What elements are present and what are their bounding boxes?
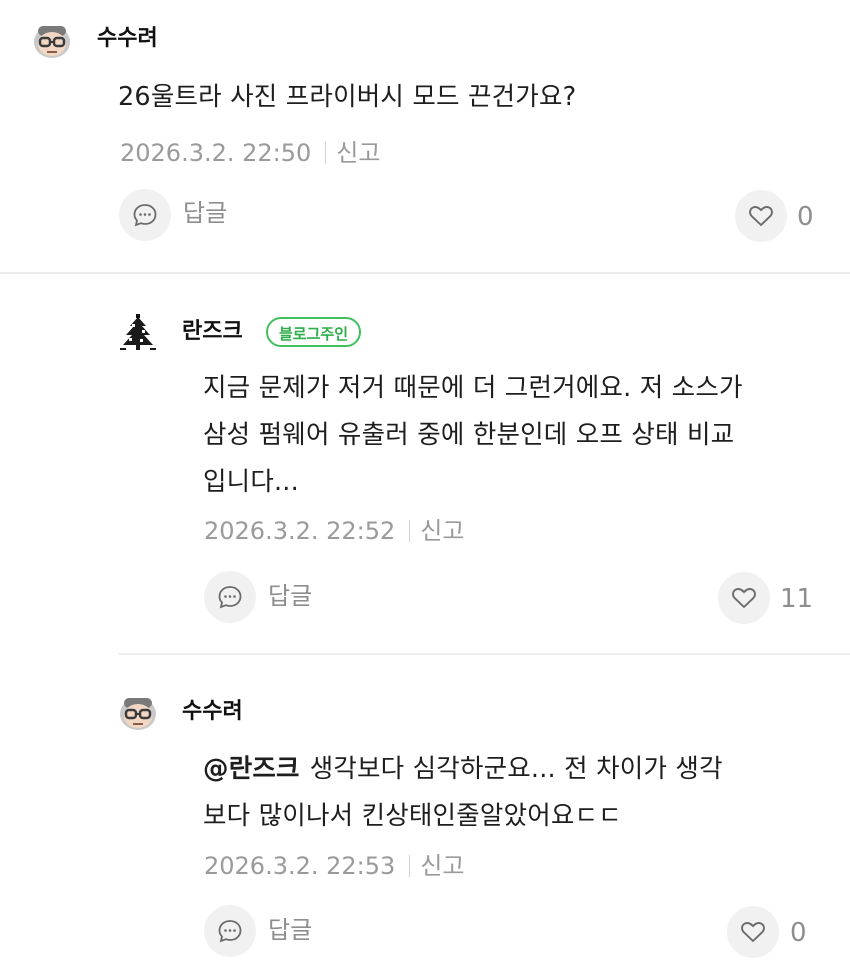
reply-label[interactable]: 답글 bbox=[268, 581, 312, 611]
heart-icon bbox=[741, 922, 765, 942]
mention-link[interactable]: @란즈크 bbox=[203, 754, 300, 784]
reply-label[interactable]: 답글 bbox=[268, 915, 312, 945]
divider bbox=[325, 142, 327, 164]
owner-badge: 블로그주인 bbox=[266, 317, 362, 347]
reply-button[interactable] bbox=[119, 189, 171, 241]
comment-date: 2026.3.2. 22:50 bbox=[120, 139, 312, 167]
report-link[interactable]: 신고 bbox=[420, 517, 464, 545]
section-divider bbox=[0, 272, 850, 274]
like-button[interactable] bbox=[735, 190, 787, 242]
comment-author-name[interactable]: 란즈크 bbox=[182, 318, 243, 346]
reply-button[interactable] bbox=[204, 905, 256, 957]
comment-text-line: 입니다... bbox=[203, 467, 299, 497]
comment-text: 26울트라 사진 프라이버시 모드 끈건가요? bbox=[118, 82, 577, 112]
comment-text-line: @란즈크 생각보다 심각하군요... 전 차이가 생각 bbox=[203, 746, 723, 793]
report-link[interactable]: 신고 bbox=[420, 852, 464, 880]
comment-date: 2026.3.2. 22:53 bbox=[204, 852, 396, 880]
section-divider bbox=[119, 653, 850, 655]
like-count: 11 bbox=[780, 584, 814, 614]
comment-text-first: 생각보다 심각하군요... 전 차이가 생각 bbox=[309, 754, 723, 784]
comment-meta: 2026.3.2. 22:53 신고 bbox=[204, 851, 464, 881]
comment-meta: 2026.3.2. 22:50 신고 bbox=[120, 138, 380, 168]
comment-text-line: 보다 많이나서 킨상태인줄알았어요ㄷㄷ bbox=[203, 801, 622, 831]
speech-bubble-icon bbox=[218, 920, 242, 943]
like-count: 0 bbox=[797, 202, 814, 232]
comment-text-line: 지금 문제가 저거 때문에 더 그런거에요. 저 소스가 bbox=[203, 373, 743, 403]
divider bbox=[409, 520, 411, 542]
comment-text: 지금 문제가 저거 때문에 더 그런거에요. 저 소스가 삼성 펌웨어 유출러 … bbox=[203, 365, 743, 506]
speech-bubble-icon bbox=[218, 586, 242, 609]
reply-button[interactable] bbox=[204, 571, 256, 623]
speech-bubble-icon bbox=[133, 204, 157, 227]
report-link[interactable]: 신고 bbox=[336, 139, 380, 167]
comment-text-line: 삼성 펌웨어 유출러 중에 한분인데 오프 상태 비교 bbox=[203, 420, 735, 450]
heart-icon bbox=[749, 206, 773, 226]
comment-author-name[interactable]: 수수려 bbox=[182, 698, 243, 726]
divider bbox=[409, 855, 411, 877]
comment-date: 2026.3.2. 22:52 bbox=[204, 517, 396, 545]
comment-meta: 2026.3.2. 22:52 신고 bbox=[204, 516, 464, 546]
comment-text: @란즈크 생각보다 심각하군요... 전 차이가 생각 보다 많이나서 킨상태인줄… bbox=[203, 746, 723, 840]
comment-author-name[interactable]: 수수려 bbox=[97, 25, 158, 53]
like-count: 0 bbox=[790, 918, 807, 948]
reply-label[interactable]: 답글 bbox=[183, 198, 227, 228]
like-button[interactable] bbox=[718, 572, 770, 624]
pixel-tree-avatar-icon[interactable] bbox=[118, 312, 158, 352]
like-button[interactable] bbox=[727, 906, 779, 958]
pixel-face-avatar-icon[interactable] bbox=[32, 20, 72, 60]
heart-icon bbox=[732, 588, 756, 608]
pixel-face-avatar-icon[interactable] bbox=[118, 692, 158, 732]
